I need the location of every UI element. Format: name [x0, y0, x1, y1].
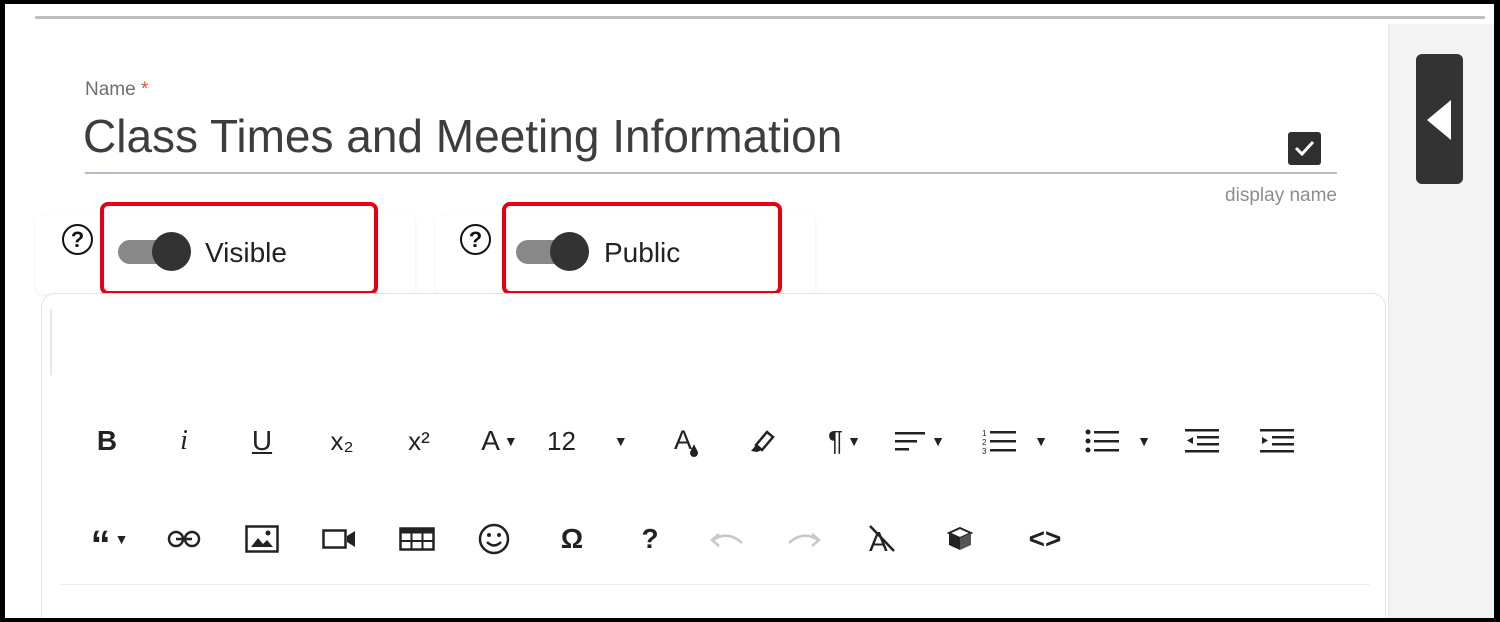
name-underline [85, 172, 1337, 174]
side-panel [1388, 24, 1494, 618]
required-indicator: * [140, 79, 149, 100]
outdent-icon [1185, 429, 1219, 453]
highlighter-icon [751, 430, 775, 452]
visible-toggle-label: Visible [205, 237, 287, 268]
font-family-button[interactable]: A ▼ [472, 421, 527, 461]
special-characters-button[interactable]: Ω [552, 519, 592, 559]
rich-text-editor: B i U x₂ x² A ▼ 12 ▼ A ¶ ▼ ▼ 1 2 3 ▼ ▼ “… [41, 293, 1386, 618]
quote-icon: “ [90, 523, 111, 567]
page-frame: Name * display name ? Visible ? Public B… [5, 4, 1494, 618]
font-size-value: 12 [547, 425, 576, 456]
font-family-icon: A [481, 425, 500, 456]
table-icon [399, 527, 435, 551]
emoji-button[interactable] [474, 519, 514, 559]
svg-text:1: 1 [982, 429, 987, 438]
paragraph-format-button[interactable]: ¶ ▼ [817, 421, 872, 461]
align-left-icon [895, 432, 926, 451]
help-button[interactable]: ? [630, 519, 670, 559]
redo-icon [788, 533, 821, 547]
chevron-down-icon: ▼ [114, 531, 129, 547]
outdent-button[interactable] [1182, 421, 1222, 461]
question-icon: ? [641, 523, 659, 554]
table-button[interactable] [397, 519, 437, 559]
underline-icon: U [251, 425, 273, 456]
insert-block-button[interactable] [940, 519, 980, 559]
chevron-down-icon: ▼ [613, 433, 628, 449]
font-size-dropdown[interactable]: 12 ▼ [547, 421, 642, 461]
text-color-button[interactable]: A [667, 421, 707, 461]
code-view-button[interactable]: <> [1020, 519, 1070, 559]
bold-icon: B [96, 425, 118, 456]
unordered-list-button[interactable]: ▼ [1078, 421, 1158, 461]
video-icon [322, 529, 355, 549]
subscript-button[interactable]: x₂ [317, 421, 367, 461]
indent-icon [1260, 429, 1294, 453]
italic-icon: i [180, 425, 188, 456]
ordered-list-button[interactable]: 1 2 3 ▼ [975, 421, 1055, 461]
visible-help-icon[interactable]: ? [62, 224, 93, 255]
redo-button[interactable] [784, 519, 824, 559]
clear-formatting-button[interactable]: A [862, 519, 902, 559]
display-name-hint: display name [1225, 185, 1337, 206]
paragraph-format-icon: ¶ [828, 425, 844, 456]
link-icon [167, 530, 201, 548]
code-view-icon: <> [1028, 523, 1062, 554]
svg-text:3: 3 [982, 447, 987, 454]
svg-text:2: 2 [982, 438, 987, 447]
ordered-list-icon: 1 2 3 [982, 429, 1017, 454]
public-help-icon[interactable]: ? [460, 224, 491, 255]
undo-icon [710, 533, 743, 547]
bold-button[interactable]: B [87, 421, 127, 461]
name-input[interactable] [83, 104, 1298, 168]
chevron-down-icon: ▼ [503, 433, 518, 449]
switch-thumb [550, 232, 589, 271]
image-icon [245, 525, 279, 553]
chevron-down-icon: ▼ [931, 433, 945, 449]
italic-button[interactable]: i [164, 421, 204, 461]
undo-button[interactable] [707, 519, 747, 559]
omega-icon: Ω [560, 523, 584, 554]
image-button[interactable] [242, 519, 282, 559]
indent-button[interactable] [1257, 421, 1297, 461]
align-button[interactable]: ▼ [890, 421, 950, 461]
chevron-down-icon: ▼ [847, 433, 861, 449]
link-button[interactable] [164, 519, 204, 559]
text-color-icon: A [674, 425, 698, 457]
quote-button[interactable]: “▼ [82, 519, 137, 567]
video-button[interactable] [319, 519, 359, 559]
checkmark-icon [1294, 140, 1315, 156]
public-toggle-label: Public [604, 237, 681, 268]
chevron-down-icon: ▼ [1034, 433, 1048, 449]
chevron-down-icon: ▼ [1137, 433, 1151, 449]
highlight-button[interactable] [742, 421, 782, 461]
superscript-icon: x² [408, 425, 430, 456]
switch-thumb [152, 232, 191, 271]
superscript-button[interactable]: x² [394, 421, 444, 461]
collapse-panel-button[interactable] [1416, 54, 1463, 184]
name-label: Name * [85, 79, 149, 100]
visible-toggle-switch[interactable] [118, 232, 191, 272]
toolbar-divider [60, 584, 1370, 585]
editor-cursor-bar [50, 309, 52, 375]
clear-formatting-icon: A [869, 525, 895, 555]
unordered-list-icon [1085, 429, 1120, 453]
caret-left-icon [1427, 100, 1451, 140]
public-toggle-switch[interactable] [516, 232, 589, 272]
emoji-icon [478, 523, 510, 555]
cube-icon [946, 526, 974, 550]
display-name-checkbox[interactable] [1288, 132, 1321, 165]
svg-text:A: A [674, 425, 692, 455]
subscript-icon: x₂ [330, 425, 354, 456]
underline-button[interactable]: U [242, 421, 282, 461]
top-divider [35, 16, 1485, 19]
